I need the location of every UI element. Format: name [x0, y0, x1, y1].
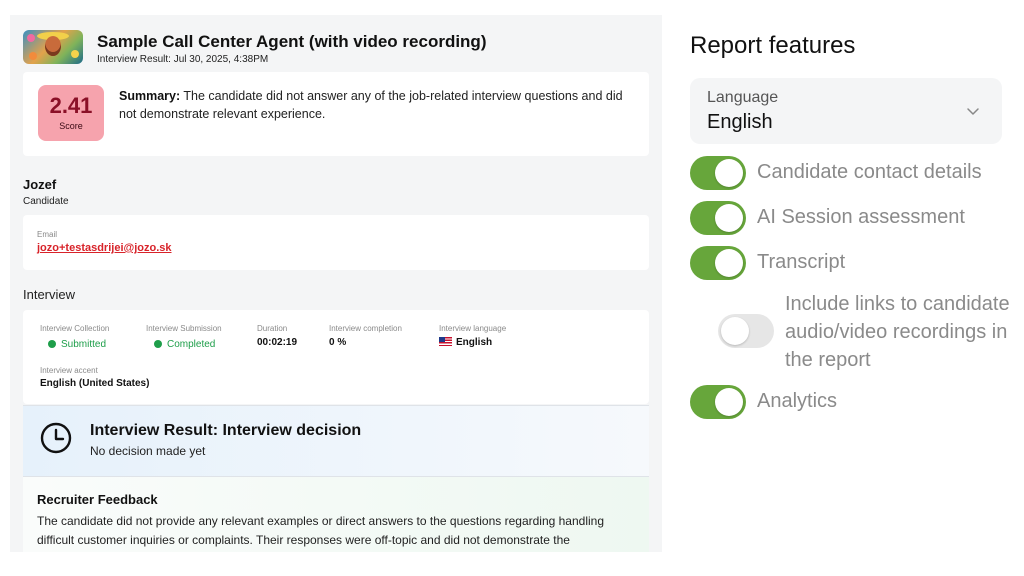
interview-section-title: Interview: [23, 287, 76, 302]
toggle-recording-links[interactable]: [718, 314, 774, 348]
summary-text: Summary: The candidate did not answer an…: [119, 87, 634, 123]
toggle-analytics-label: Analytics: [757, 390, 838, 412]
candidate-role: Candidate: [23, 196, 69, 207]
result-subtitle: No decision made yet: [90, 444, 206, 458]
status-dot-icon: [48, 340, 56, 348]
summary-label: Summary:: [119, 89, 181, 103]
toggle-ai-assessment[interactable]: [690, 201, 746, 235]
report-title: Sample Call Center Agent (with video rec…: [97, 32, 487, 51]
score-label: Score: [59, 121, 83, 131]
score-value: 2.41: [49, 93, 93, 118]
chevron-down-icon: [967, 108, 979, 115]
accent-value: English (United States): [40, 378, 150, 389]
language-select-label: Language: [707, 89, 779, 106]
toggle-candidate-contact-label: Candidate contact details: [757, 161, 982, 183]
interview-result-panel: Interview Result: Interview decision No …: [23, 405, 649, 476]
accent-label: Interview accent: [40, 366, 98, 375]
duration-value: 00:02:19: [257, 337, 298, 348]
collection-status: Submitted: [48, 339, 106, 350]
email-label: Email: [37, 230, 58, 239]
toggle-knob: [715, 388, 743, 416]
report-header: Sample Call Center Agent (with video rec…: [23, 29, 643, 69]
features-title: Report features: [690, 32, 856, 59]
result-title: Interview Result: Interview decision: [90, 422, 362, 439]
language-label: Interview language: [439, 324, 507, 333]
completion-label: Interview completion: [329, 324, 402, 333]
feedback-title: Recruiter Feedback: [37, 492, 158, 507]
toggle-ai-assessment-label: AI Session assessment: [757, 206, 965, 228]
report-preview: Sample Call Center Agent (with video rec…: [10, 15, 662, 552]
toggle-knob: [715, 204, 743, 232]
submission-label: Interview Submission: [146, 324, 222, 333]
feedback-text: The candidate did not provide any releva…: [37, 514, 605, 547]
summary-card: 2.41 Score Summary: The candidate did no…: [23, 72, 649, 156]
status-dot-icon: [154, 340, 162, 348]
duration-label: Duration: [257, 324, 288, 333]
submission-status: Completed: [154, 339, 215, 350]
interview-details-card: Interview Collection Submitted Interview…: [23, 310, 649, 404]
video-thumbnail[interactable]: [23, 30, 83, 64]
toggle-transcript-label: Transcript: [757, 251, 846, 273]
toggle-knob: [715, 249, 743, 277]
toggle-candidate-contact[interactable]: [690, 156, 746, 190]
toggle-analytics[interactable]: [690, 385, 746, 419]
clock-icon: [40, 422, 72, 454]
report-subtitle: Interview Result: Jul 30, 2025, 4:38PM: [97, 54, 269, 65]
language-select-value: English: [707, 111, 773, 133]
email-link[interactable]: jozo+testasdrijei@jozo.sk: [37, 242, 172, 254]
collection-label: Interview Collection: [40, 324, 110, 333]
recruiter-feedback: Recruiter Feedback The candidate did not…: [23, 476, 649, 552]
toggle-transcript[interactable]: [690, 246, 746, 280]
language-value: English: [439, 337, 492, 348]
completion-value: 0 %: [329, 337, 347, 348]
toggle-knob: [721, 317, 749, 345]
email-card: Email jozo+testasdrijei@jozo.sk: [23, 215, 649, 270]
us-flag-icon: [439, 337, 452, 346]
language-select[interactable]: Language English: [690, 78, 1002, 144]
score-badge: 2.41 Score: [38, 85, 104, 141]
summary-body: The candidate did not answer any of the …: [119, 89, 623, 121]
toggle-recording-links-label: Include links to candidate audio/video r…: [785, 293, 1010, 371]
candidate-name: Jozef: [23, 177, 57, 192]
toggle-knob: [715, 159, 743, 187]
